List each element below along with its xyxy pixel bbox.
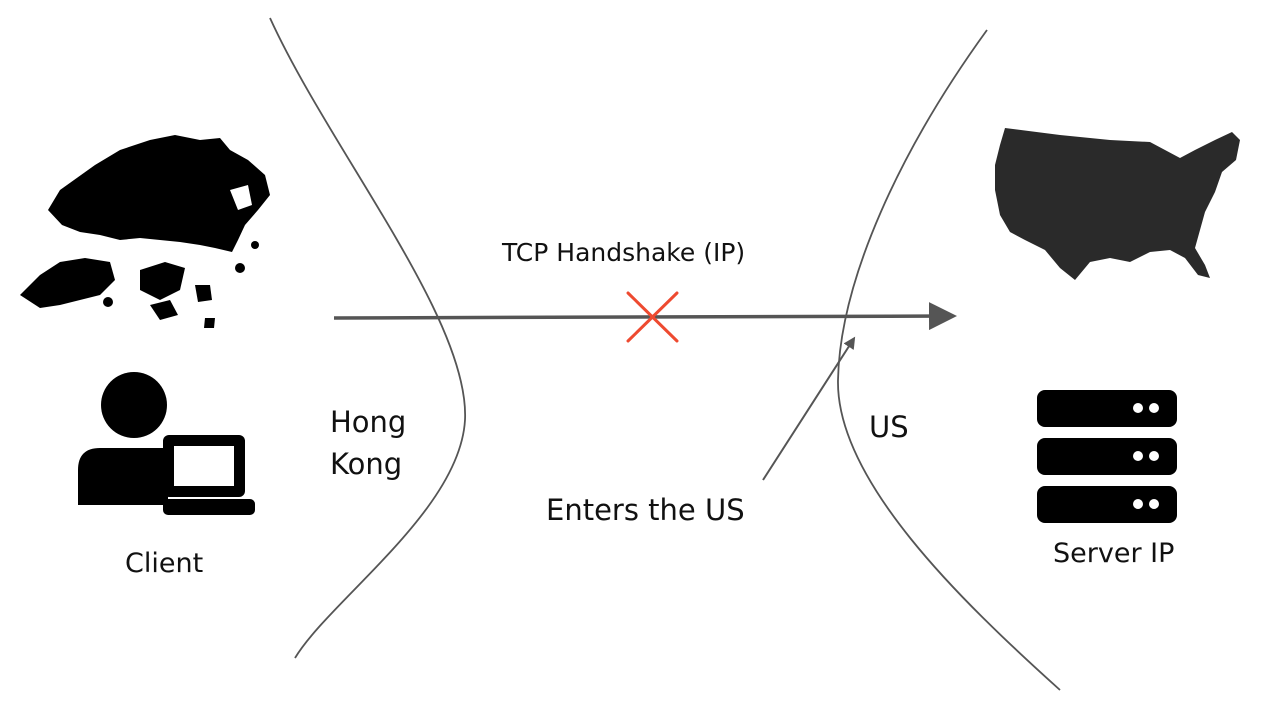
enters-us-label: Enters the US (546, 493, 745, 527)
tcp-handshake-label: TCP Handshake (IP) (502, 238, 746, 267)
us-map-icon (995, 128, 1240, 280)
server-ip-label: Server IP (1053, 538, 1175, 569)
client-label: Client (125, 548, 204, 579)
diagram-canvas (20, 17, 1240, 691)
tcp-handshake-arrow (333, 302, 957, 331)
us-border-curve (837, 29, 1061, 691)
client-user-laptop-icon (78, 372, 255, 515)
hong-kong-label-line2: Kong (330, 447, 403, 481)
us-label: US (869, 410, 909, 444)
server-stack-icon (1037, 390, 1177, 523)
hong-kong-map-icon (20, 135, 270, 328)
enters-us-pointer-arrow (762, 336, 856, 481)
hong-kong-border-curve (269, 17, 466, 659)
hong-kong-label-line1: Hong (330, 405, 407, 439)
